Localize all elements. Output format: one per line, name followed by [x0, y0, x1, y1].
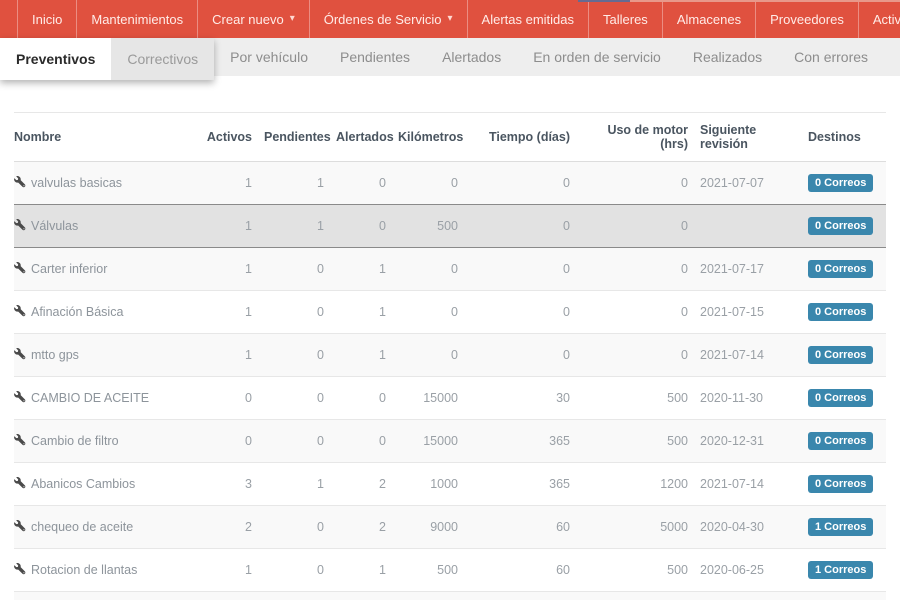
active-tab-group: Preventivos Correctivos	[0, 38, 214, 80]
correos-badge[interactable]: 0 Correos	[808, 260, 873, 278]
main-navbar: Inicio Mantenimientos Crear nuevo▾ Órden…	[0, 0, 900, 38]
correos-badge[interactable]: 0 Correos	[808, 174, 873, 192]
col-header-tiempo: Tiempo (días)	[464, 113, 576, 162]
col-header-destinos: Destinos	[802, 113, 886, 162]
maintenance-name: Cambio de filtro	[31, 434, 119, 448]
chevron-down-icon: ▾	[290, 14, 295, 24]
maintenance-name: Válvulas	[31, 219, 78, 233]
nav-item-crear-nuevo[interactable]: Crear nuevo▾	[197, 0, 309, 38]
maintenance-name: mtto gps	[31, 348, 79, 362]
next-revision-date: 2021-07-14	[694, 592, 802, 600]
maintenance-name: Abanicos Cambios	[31, 477, 135, 491]
next-revision-date: 2020-06-25	[694, 549, 802, 592]
next-revision-date: 2021-07-07	[694, 162, 802, 205]
tab-realizados[interactable]: Realizados	[677, 38, 778, 76]
table-row[interactable]: valvulas basicas 1 1 0 0 0 0 2021-07-07 …	[14, 162, 886, 205]
table-row-highlighted[interactable]: Válvulas 1 1 0 500 0 0 0 Correos	[14, 205, 886, 248]
chevron-down-icon: ▾	[448, 14, 453, 24]
maintenance-name: Afinación Básica	[31, 305, 123, 319]
tab-pendientes[interactable]: Pendientes	[324, 38, 426, 76]
col-header-kilometros: Kilómetros	[392, 113, 464, 162]
table-row[interactable]: Cambio de filtro 0 0 0 15000 365 500 202…	[14, 420, 886, 463]
table-row[interactable]: Rotacion de llantas 1 0 1 500 60 500 202…	[14, 549, 886, 592]
nav-item-actividad-concepto[interactable]: Actividad / Concepto	[858, 0, 900, 38]
tab-alertados[interactable]: Alertados	[426, 38, 517, 76]
wrench-icon	[14, 262, 26, 274]
col-header-pendientes: Pendientes	[258, 113, 330, 162]
nav-item-ordenes-de-servicio[interactable]: Órdenes de Servicio▾	[309, 0, 467, 38]
col-header-uso-motor: Uso de motor (hrs)	[576, 113, 694, 162]
correos-badge[interactable]: 0 Correos	[808, 432, 873, 450]
col-header-siguiente-revision: Siguiente revisión	[694, 113, 802, 162]
app-window: Inicio Mantenimientos Crear nuevo▾ Órden…	[0, 0, 900, 600]
table-row[interactable]: chequeo de aceite 2 0 2 9000 60 5000 202…	[14, 506, 886, 549]
wrench-icon	[14, 176, 26, 188]
wrench-icon	[14, 219, 26, 231]
table-header-row: Nombre Activos Pendientes Alertados Kiló…	[14, 113, 886, 162]
col-header-nombre: Nombre	[14, 113, 200, 162]
tab-en-orden-de-servicio[interactable]: En orden de servicio	[517, 38, 677, 76]
correos-badge[interactable]: 0 Correos	[808, 475, 873, 493]
correos-badge[interactable]: 1 Correos	[808, 518, 873, 536]
window-edge-artifact-light	[630, 0, 900, 2]
table-row[interactable]: CAMBIO DE ACEITE 0 0 0 15000 30 500 2020…	[14, 377, 886, 420]
nav-item-inicio[interactable]: Inicio	[17, 0, 76, 38]
next-revision-date: 2020-12-31	[694, 420, 802, 463]
next-revision-date: 2020-11-30	[694, 377, 802, 420]
table-row[interactable]: Carter inferior 1 0 1 0 0 0 2021-07-17 0…	[14, 248, 886, 291]
tab-correctivos[interactable]: Correctivos	[111, 38, 214, 80]
nav-item-almacenes[interactable]: Almacenes	[662, 0, 755, 38]
correos-badge[interactable]: 1 Correos	[808, 561, 873, 579]
correos-badge[interactable]: 0 Correos	[808, 389, 873, 407]
wrench-icon	[14, 348, 26, 360]
wrench-icon	[14, 391, 26, 403]
table-row[interactable]: Cambio de aceite 1 0 1 656041 30 5643 20…	[14, 592, 886, 600]
wrench-icon	[14, 563, 26, 575]
correos-badge[interactable]: 0 Correos	[808, 303, 873, 321]
col-header-alertados: Alertados	[330, 113, 392, 162]
nav-item-talleres[interactable]: Talleres	[588, 0, 662, 38]
window-edge-artifact-dark	[578, 0, 630, 2]
preventive-maintenance-table: Nombre Activos Pendientes Alertados Kiló…	[14, 112, 886, 600]
next-revision-date: 2021-07-14	[694, 334, 802, 377]
wrench-icon	[14, 477, 26, 489]
correos-badge[interactable]: 0 Correos	[808, 346, 873, 364]
maintenance-name: valvulas basicas	[31, 176, 122, 190]
tab-por-vehiculo[interactable]: Por vehículo	[214, 38, 324, 76]
next-revision-date: 2021-07-15	[694, 291, 802, 334]
wrench-icon	[14, 305, 26, 317]
next-revision-date: 2021-07-14	[694, 463, 802, 506]
maintenance-name: CAMBIO DE ACEITE	[31, 391, 149, 405]
tab-con-errores[interactable]: Con errores	[778, 38, 884, 76]
nav-item-proveedores[interactable]: Proveedores	[755, 0, 858, 38]
tab-preventivos[interactable]: Preventivos	[0, 38, 111, 80]
wrench-icon	[14, 520, 26, 532]
maintenance-name: Carter inferior	[31, 262, 107, 276]
correos-badge[interactable]: 0 Correos	[808, 217, 873, 235]
table-row[interactable]: Afinación Básica 1 0 1 0 0 0 2021-07-15 …	[14, 291, 886, 334]
wrench-icon	[14, 434, 26, 446]
nav-item-alertas-emitidas[interactable]: Alertas emitidas	[467, 0, 588, 38]
maintenance-name: chequeo de aceite	[31, 520, 133, 534]
filter-tabbar: Preventivos Correctivos Por vehículo Pen…	[0, 38, 900, 76]
maintenance-name: Rotacion de llantas	[31, 563, 137, 577]
nav-item-mantenimientos[interactable]: Mantenimientos	[76, 0, 197, 38]
col-header-activos: Activos	[200, 113, 258, 162]
next-revision-date: 2020-04-30	[694, 506, 802, 549]
table-row[interactable]: mtto gps 1 0 1 0 0 0 2021-07-14 0 Correo…	[14, 334, 886, 377]
table-row[interactable]: Abanicos Cambios 3 1 2 1000 365 1200 202…	[14, 463, 886, 506]
next-revision-date: 2021-07-17	[694, 248, 802, 291]
next-revision-date	[694, 205, 802, 248]
